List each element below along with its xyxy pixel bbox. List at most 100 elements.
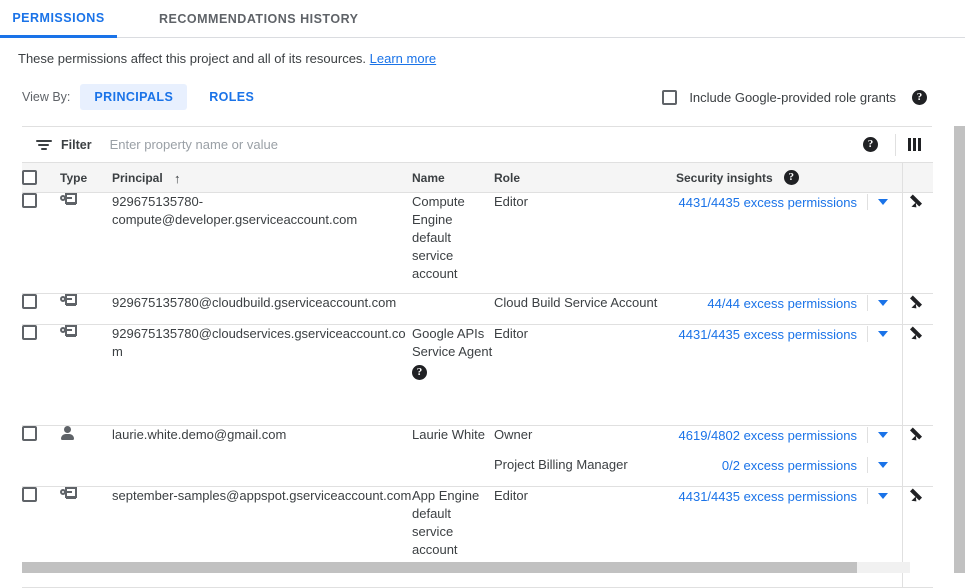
role-label: Editor bbox=[494, 193, 676, 211]
role-label: Editor bbox=[494, 487, 676, 505]
table-row[interactable]: 929675135780@cloudbuild.gserviceaccount.… bbox=[22, 294, 933, 325]
excess-permissions-link[interactable]: 4619/4802 excess permissions bbox=[679, 428, 858, 443]
row-type-cell bbox=[60, 294, 112, 325]
service-account-icon bbox=[60, 325, 77, 338]
tab-bar: PERMISSIONS RECOMMENDATIONS HISTORY bbox=[0, 0, 965, 38]
excess-permissions-link[interactable]: 0/2 excess permissions bbox=[722, 458, 857, 473]
horizontal-scrollbar-track[interactable] bbox=[22, 562, 910, 573]
table-row[interactable]: 929675135780-compute@developer.gservicea… bbox=[22, 193, 933, 294]
role-label: Cloud Build Service Account bbox=[494, 294, 676, 312]
row-select-cell bbox=[22, 193, 60, 294]
view-by-principals-chip[interactable]: PRINCIPALS bbox=[80, 84, 187, 110]
row-principal: 929675135780@cloudbuild.gserviceaccount.… bbox=[112, 294, 412, 325]
row-insights-cell: 4619/4802 excess permissions 0/2 excess … bbox=[676, 426, 903, 487]
service-account-icon bbox=[60, 294, 77, 307]
table-row[interactable]: laurie.white.demo@gmail.com Laurie White… bbox=[22, 426, 933, 487]
column-header-principal-label: Principal bbox=[112, 171, 163, 185]
filter-input[interactable] bbox=[108, 136, 592, 153]
excess-permissions-link[interactable]: 44/44 excess permissions bbox=[707, 296, 857, 311]
include-google-grants-help-icon[interactable]: ? bbox=[912, 90, 927, 105]
row-insights-cell: 4431/4435 excess permissions bbox=[676, 193, 903, 294]
row-checkbox[interactable] bbox=[22, 294, 37, 309]
filter-label: Filter bbox=[61, 138, 92, 152]
row-principal: laurie.white.demo@gmail.com bbox=[112, 426, 412, 487]
row-checkbox[interactable] bbox=[22, 325, 37, 340]
insights-divider bbox=[867, 488, 868, 504]
table-body: 929675135780-compute@developer.gservicea… bbox=[22, 193, 933, 588]
column-header-name[interactable]: Name bbox=[412, 163, 494, 193]
include-google-grants-label: Include Google-provided role grants bbox=[689, 90, 896, 105]
security-insights-help-icon[interactable]: ? bbox=[784, 170, 799, 185]
column-header-edit bbox=[903, 163, 934, 193]
role-label: Owner bbox=[494, 426, 676, 444]
row-name: Compute Engine default service account bbox=[412, 193, 494, 294]
horizontal-scrollbar-thumb[interactable] bbox=[22, 562, 857, 573]
row-principal: 929675135780@cloudservices.gserviceaccou… bbox=[112, 325, 412, 426]
row-edit-cell bbox=[903, 426, 934, 487]
row-checkbox[interactable] bbox=[22, 193, 37, 208]
excess-permissions-link[interactable]: 4431/4435 excess permissions bbox=[679, 195, 858, 210]
row-edit-cell bbox=[903, 325, 934, 426]
excess-permissions-link[interactable]: 4431/4435 excess permissions bbox=[679, 327, 858, 342]
column-header-role[interactable]: Role bbox=[494, 163, 676, 193]
edit-pencil-icon[interactable] bbox=[911, 294, 926, 309]
filter-icon bbox=[36, 139, 52, 151]
row-insights-cell: 4431/4435 excess permissions bbox=[676, 325, 903, 426]
insights-divider bbox=[867, 427, 868, 443]
row-select-cell bbox=[22, 325, 60, 426]
user-icon bbox=[60, 426, 74, 440]
insights-divider bbox=[867, 194, 868, 210]
filter-bar: Filter ? bbox=[22, 127, 932, 162]
insights-divider bbox=[867, 295, 868, 311]
column-header-security-insights[interactable]: Security insights ? bbox=[676, 163, 903, 193]
row-name-cell: Google APIs Service Agent ? bbox=[412, 325, 494, 426]
filter-help-icon[interactable]: ? bbox=[863, 137, 878, 152]
select-all-checkbox[interactable] bbox=[22, 170, 37, 185]
view-by-row: View By: PRINCIPALS ROLES Include Google… bbox=[0, 83, 965, 111]
permissions-table: Type Principal ↑ Name Role Security insi… bbox=[22, 162, 933, 588]
row-name: Google APIs Service Agent bbox=[412, 326, 492, 359]
vertical-scrollbar-thumb[interactable] bbox=[954, 126, 965, 573]
table-row[interactable]: 929675135780@cloudservices.gserviceaccou… bbox=[22, 325, 933, 426]
row-type-cell bbox=[60, 426, 112, 487]
chevron-down-icon[interactable] bbox=[878, 432, 888, 438]
row-edit-cell bbox=[903, 193, 934, 294]
google-apis-service-agent-help-icon[interactable]: ? bbox=[412, 365, 427, 380]
tab-recommendations-history[interactable]: RECOMMENDATIONS HISTORY bbox=[135, 0, 382, 38]
tab-permissions[interactable]: PERMISSIONS bbox=[0, 0, 117, 38]
row-select-cell bbox=[22, 426, 60, 487]
edit-pencil-icon[interactable] bbox=[911, 426, 926, 441]
row-insights-cell: 44/44 excess permissions bbox=[676, 294, 903, 325]
chevron-down-icon[interactable] bbox=[878, 300, 888, 306]
service-account-icon bbox=[60, 487, 77, 500]
edit-pencil-icon[interactable] bbox=[911, 193, 926, 208]
column-header-type[interactable]: Type bbox=[60, 163, 112, 193]
include-google-grants-checkbox[interactable] bbox=[662, 90, 677, 105]
row-type-cell bbox=[60, 193, 112, 294]
column-settings-icon[interactable] bbox=[896, 138, 932, 151]
column-header-principal[interactable]: Principal ↑ bbox=[112, 163, 412, 193]
edit-pencil-icon[interactable] bbox=[911, 325, 926, 340]
sort-ascending-icon[interactable]: ↑ bbox=[174, 172, 181, 185]
service-account-icon bbox=[60, 193, 77, 206]
row-role-cell: Editor bbox=[494, 325, 676, 426]
chevron-down-icon[interactable] bbox=[878, 199, 888, 205]
vertical-scrollbar-track[interactable] bbox=[952, 126, 965, 573]
view-by-roles-chip[interactable]: ROLES bbox=[195, 84, 268, 110]
learn-more-link[interactable]: Learn more bbox=[370, 51, 436, 66]
chevron-down-icon[interactable] bbox=[878, 331, 888, 337]
include-google-grants-control: Include Google-provided role grants ? bbox=[662, 83, 927, 111]
row-checkbox[interactable] bbox=[22, 487, 37, 502]
chevron-down-icon[interactable] bbox=[878, 462, 888, 468]
row-role-cell: Editor bbox=[494, 193, 676, 294]
info-banner-text: These permissions affect this project an… bbox=[18, 51, 366, 66]
view-by-label: View By: bbox=[22, 90, 70, 104]
column-header-security-insights-label: Security insights bbox=[676, 171, 773, 185]
chevron-down-icon[interactable] bbox=[878, 493, 888, 499]
row-name bbox=[412, 294, 494, 325]
excess-permissions-link[interactable]: 4431/4435 excess permissions bbox=[679, 489, 858, 504]
insights-divider bbox=[867, 457, 868, 473]
tab-permissions-label: PERMISSIONS bbox=[12, 11, 104, 25]
edit-pencil-icon[interactable] bbox=[911, 487, 926, 502]
row-checkbox[interactable] bbox=[22, 426, 37, 441]
